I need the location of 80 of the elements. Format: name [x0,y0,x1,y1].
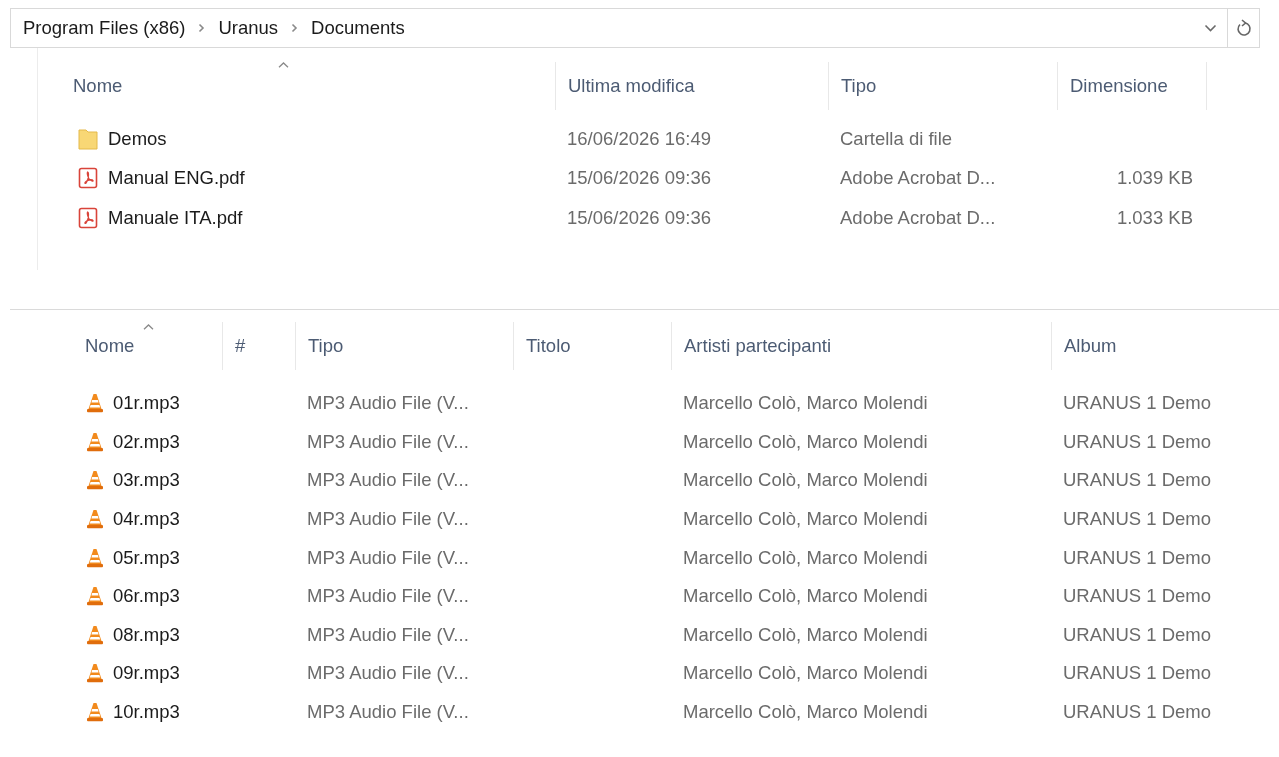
traffic-cone-icon [86,663,104,684]
breadcrumb-item[interactable]: Program Files (x86) [23,17,186,39]
table-cell-text: URANUS 1 Demo [1062,585,1213,608]
file-name[interactable]: Manuale ITA.pdf [108,206,243,229]
column-header[interactable]: Nome [72,322,222,370]
column-header[interactable]: Titolo [513,322,671,370]
column-header[interactable]: Ultima modifica [555,62,828,110]
sort-up-icon [142,324,154,330]
table-cell-text: Adobe Acrobat D... [839,167,997,190]
table-cell-text: Marcello Colò, Marco Molendi [682,585,929,608]
table-cell-text: URANUS 1 Demo [1062,430,1213,453]
breadcrumb-item[interactable]: Documents [311,17,405,39]
table-cell-text: Marcello Colò, Marco Molendi [682,469,929,492]
table-cell-text: Cartella di file [839,127,954,150]
table-cell-text: MP3 Audio File (V... [306,430,470,453]
breadcrumb-item[interactable]: Uranus [218,17,279,39]
traffic-cone-icon [86,431,104,452]
traffic-cone-icon [86,509,104,530]
table-cell-text: Marcello Colò, Marco Molendi [682,430,929,453]
chevron-right-icon [198,23,206,33]
traffic-cone-icon [86,702,104,723]
table-cell-text: MP3 Audio File (V... [306,623,470,646]
refresh-icon [1235,19,1252,37]
table-cell-text: MP3 Audio File (V... [306,546,470,569]
column-header[interactable]: # [222,322,295,370]
table-cell-text: Marcello Colò, Marco Molendi [682,392,929,415]
table-cell-text: 1.039 KB [1115,167,1194,190]
chevron-right-icon [291,23,299,33]
file-name[interactable]: Manual ENG.pdf [108,167,245,190]
table-cell-text: 16/06/2026 16:49 [566,127,713,150]
table-cell-text: MP3 Audio File (V... [306,392,470,415]
traffic-cone-icon [86,624,104,645]
file-name[interactable]: 04r.mp3 [113,508,180,531]
table-cell-text: URANUS 1 Demo [1062,392,1213,415]
column-header[interactable]: Tipo [295,322,513,370]
address-bar[interactable]: Program Files (x86) Uranus Documents [10,8,1228,48]
folder-icon [78,127,98,150]
file-name[interactable]: 02r.mp3 [113,430,180,453]
file-name[interactable]: 08r.mp3 [113,623,180,646]
table-cell-text: Marcello Colò, Marco Molendi [682,623,929,646]
file-name[interactable]: 01r.mp3 [113,392,180,415]
table-cell-text: MP3 Audio File (V... [306,701,470,724]
table-cell-text: MP3 Audio File (V... [306,508,470,531]
table-cell-text: Marcello Colò, Marco Molendi [682,508,929,531]
table-cell-text: 15/06/2026 09:36 [566,167,713,190]
column-header[interactable]: Nome [60,62,555,110]
traffic-cone-icon [86,547,104,568]
sort-up-icon [278,62,289,68]
pdf-icon [78,167,98,190]
file-name[interactable]: 09r.mp3 [113,662,180,685]
file-name[interactable]: Demos [108,127,167,150]
table-cell-text: URANUS 1 Demo [1062,469,1213,492]
table-cell-text: Adobe Acrobat D... [839,206,997,229]
column-header[interactable]: Tipo [828,62,1057,110]
table-cell-text: Marcello Colò, Marco Molendi [682,546,929,569]
traffic-cone-icon [86,586,104,607]
table-cell-text: URANUS 1 Demo [1062,662,1213,685]
table-cell-text: 1.033 KB [1115,206,1194,229]
pdf-icon [78,206,98,229]
file-name[interactable]: 10r.mp3 [113,701,180,724]
table-cell-text: URANUS 1 Demo [1062,701,1213,724]
chevron-down-icon[interactable] [1204,24,1217,32]
table-cell-text: 15/06/2026 09:36 [566,206,713,229]
file-name[interactable]: 06r.mp3 [113,585,180,608]
column-header[interactable]: Artisti partecipanti [671,322,1051,370]
traffic-cone-icon [86,393,104,414]
table-cell-text: URANUS 1 Demo [1062,546,1213,569]
table-cell-text: MP3 Audio File (V... [306,585,470,608]
table-cell-text: MP3 Audio File (V... [306,469,470,492]
file-name[interactable]: 05r.mp3 [113,546,180,569]
table-cell-text: URANUS 1 Demo [1062,508,1213,531]
file-name[interactable]: 03r.mp3 [113,469,180,492]
table-cell-text: Marcello Colò, Marco Molendi [682,701,929,724]
column-header[interactable]: Album [1051,322,1279,370]
column-header[interactable]: Dimensione [1057,62,1207,110]
table-cell-text: URANUS 1 Demo [1062,623,1213,646]
traffic-cone-icon [86,470,104,491]
table-cell-text: MP3 Audio File (V... [306,662,470,685]
table-cell-text: Marcello Colò, Marco Molendi [682,662,929,685]
refresh-button[interactable] [1228,8,1260,48]
